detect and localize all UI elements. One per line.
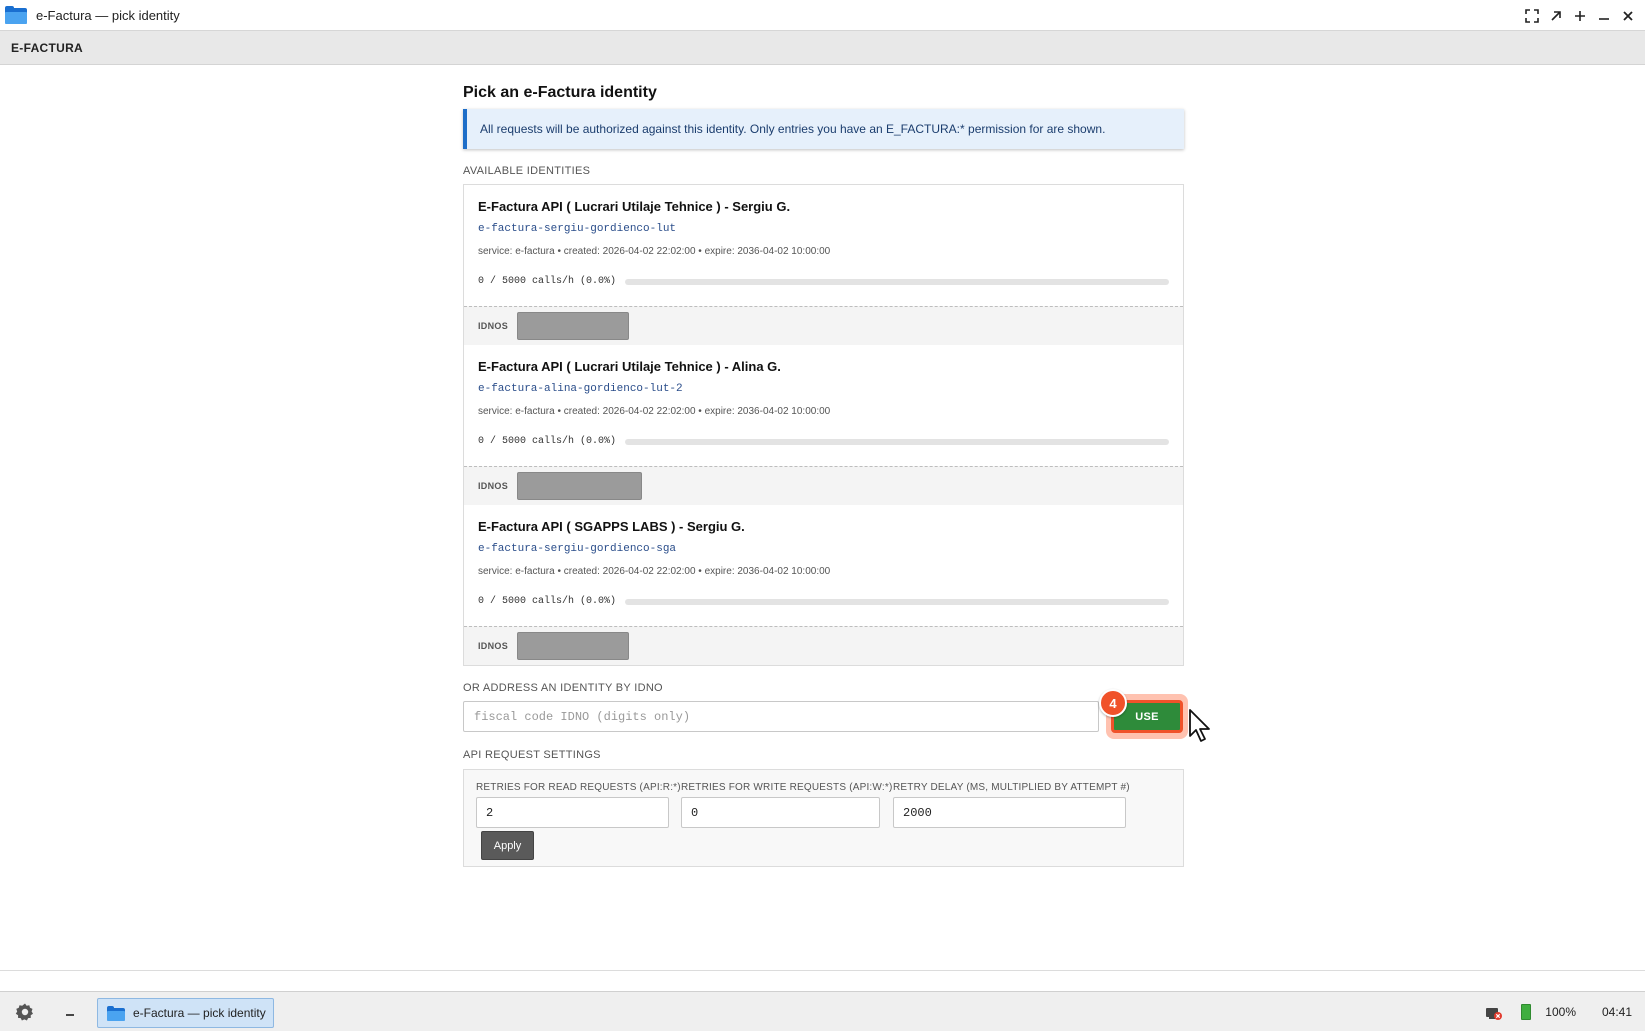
available-identities-label: AVAILABLE IDENTITIES xyxy=(463,165,591,177)
idnos-label: IDNOS xyxy=(478,481,509,491)
clock[interactable]: 04:41 xyxy=(1602,1005,1632,1019)
info-banner-text: All requests will be authorized against … xyxy=(480,122,1106,136)
usage-text: 0 / 5000 calls/h (0.0%) xyxy=(478,596,617,607)
usage-bar xyxy=(625,438,1169,445)
identity-card[interactable]: E-Factura API ( Lucrari Utilaje Tehnice … xyxy=(464,345,1183,505)
identity-card[interactable]: E-Factura API ( Lucrari Utilaje Tehnice … xyxy=(464,185,1183,345)
plus-icon[interactable] xyxy=(1571,7,1589,25)
close-icon[interactable] xyxy=(1619,7,1637,25)
minimize-icon[interactable] xyxy=(60,1003,80,1023)
taskbar-task-efactura[interactable]: e-Factura — pick identity xyxy=(97,998,274,1028)
usage-bar xyxy=(625,278,1169,285)
idno-chip-redacted[interactable] xyxy=(517,312,630,340)
identity-slug: e-factura-sergiu-gordienco-lut xyxy=(478,223,677,235)
mouse-cursor-icon xyxy=(1189,709,1210,742)
write-retries-label: RETRIES FOR WRITE REQUESTS (API:W:*) xyxy=(681,782,893,793)
idnos-row: IDNOS xyxy=(464,626,1183,665)
usage-text: 0 / 5000 calls/h (0.0%) xyxy=(478,436,617,447)
info-banner: All requests will be authorized against … xyxy=(463,109,1184,149)
idno-section-label: OR ADDRESS AN IDENTITY BY IDNO xyxy=(463,682,663,694)
content-divider xyxy=(0,970,1645,971)
idno-chip-redacted[interactable] xyxy=(517,632,630,660)
battery-icon[interactable] xyxy=(1521,1004,1531,1020)
window-titlebar: e-Factura — pick identity xyxy=(0,0,1645,31)
retry-delay-label: RETRY DELAY (MS, MULTIPLIED BY ATTEMPT #… xyxy=(893,782,1130,793)
window-title: e-Factura — pick identity xyxy=(36,7,180,23)
idno-input[interactable] xyxy=(463,701,1099,732)
taskbar-task-label: e-Factura — pick identity xyxy=(133,1006,266,1020)
read-retries-input[interactable]: 2 xyxy=(476,797,669,828)
taskbar: e-Factura — pick identity 100% 04:41 xyxy=(0,991,1645,1031)
usage-text: 0 / 5000 calls/h (0.0%) xyxy=(478,276,617,287)
brand-label: E-FACTURA xyxy=(11,40,84,55)
battery-percent: 100% xyxy=(1545,1005,1576,1019)
idno-chip-redacted[interactable] xyxy=(517,472,643,500)
folder-icon xyxy=(5,6,27,24)
apply-button[interactable]: Apply xyxy=(481,831,534,860)
idnos-row: IDNOS xyxy=(464,306,1183,345)
identity-meta: service: e-factura • created: 2026-04-02… xyxy=(478,566,831,577)
network-disconnected-icon[interactable] xyxy=(1485,1005,1503,1021)
idnos-row: IDNOS xyxy=(464,466,1183,505)
retry-delay-input[interactable]: 2000 xyxy=(893,797,1126,828)
gear-icon[interactable] xyxy=(15,1002,35,1022)
idnos-label: IDNOS xyxy=(478,321,509,331)
identity-slug: e-factura-alina-gordienco-lut-2 xyxy=(478,383,683,395)
usage-bar xyxy=(625,598,1169,605)
idnos-label: IDNOS xyxy=(478,641,509,651)
identity-name: E-Factura API ( Lucrari Utilaje Tehnice … xyxy=(478,359,781,374)
identity-meta: service: e-factura • created: 2026-04-02… xyxy=(478,406,831,417)
identity-name: E-Factura API ( Lucrari Utilaje Tehnice … xyxy=(478,199,791,214)
minimize-icon[interactable] xyxy=(1595,7,1613,25)
folder-icon xyxy=(107,1005,125,1021)
restore-icon[interactable] xyxy=(1547,7,1565,25)
fullscreen-icon[interactable] xyxy=(1523,7,1541,25)
read-retries-label: RETRIES FOR READ REQUESTS (API:R:*) xyxy=(476,782,681,793)
api-settings-panel: RETRIES FOR READ REQUESTS (API:R:*) 2 RE… xyxy=(463,769,1184,867)
page-title: Pick an e-Factura identity xyxy=(463,84,657,101)
step-badge: 4 xyxy=(1099,689,1127,717)
app-header: E-FACTURA xyxy=(0,31,1645,65)
identity-slug: e-factura-sergiu-gordienco-sga xyxy=(478,543,677,555)
identity-card[interactable]: E-Factura API ( SGAPPS LABS ) - Sergiu G… xyxy=(464,505,1183,665)
write-retries-input[interactable]: 0 xyxy=(681,797,880,828)
api-settings-label: API REQUEST SETTINGS xyxy=(463,749,601,761)
identity-name: E-Factura API ( SGAPPS LABS ) - Sergiu G… xyxy=(478,519,745,534)
identity-meta: service: e-factura • created: 2026-04-02… xyxy=(478,246,831,257)
identity-list: E-Factura API ( Lucrari Utilaje Tehnice … xyxy=(463,184,1184,666)
